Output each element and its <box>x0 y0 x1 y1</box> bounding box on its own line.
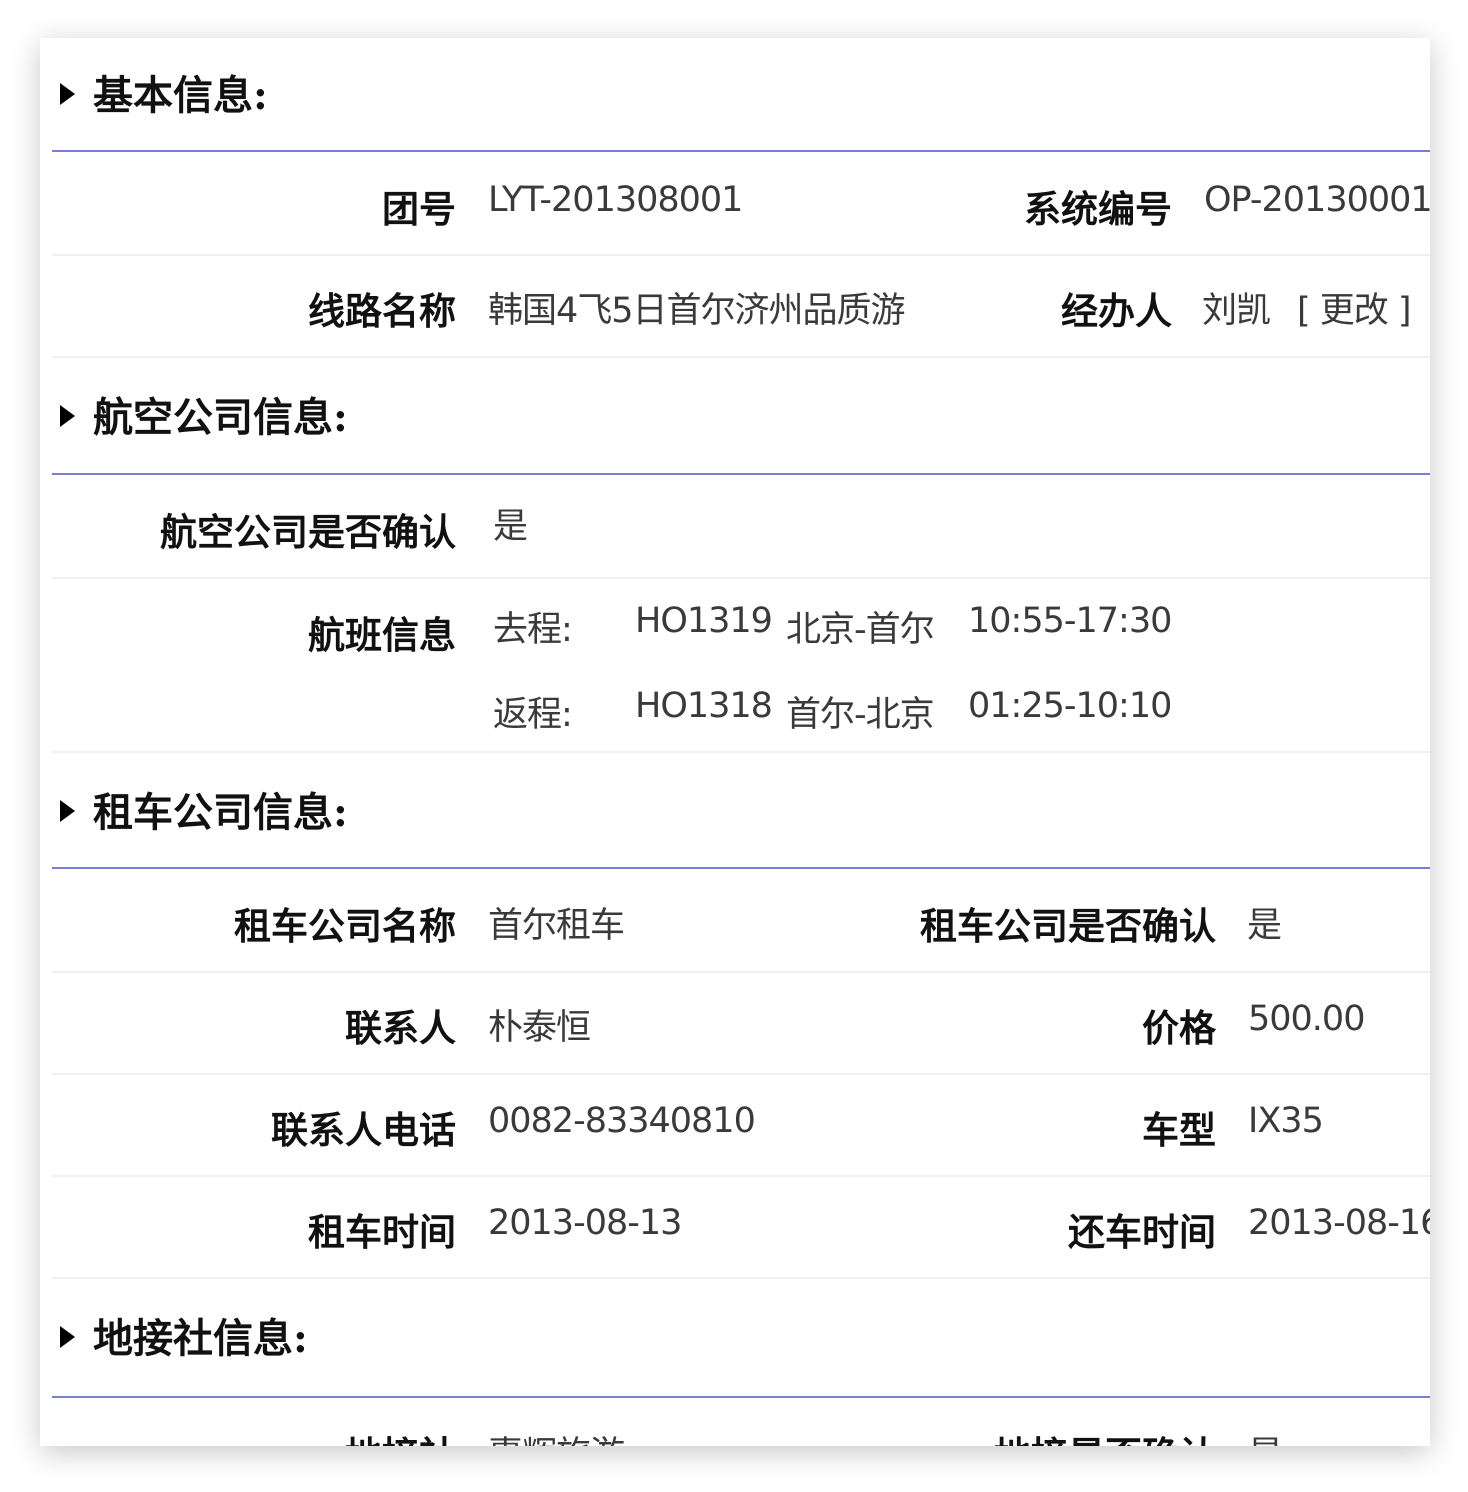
outbound-label: 去程: <box>493 610 573 650</box>
section-title-text: 租车公司信息: <box>93 789 348 836</box>
ground-confirmed-value: 是 <box>1248 1426 1283 1446</box>
section-title-car-rental: 租车公司信息: <box>60 780 348 838</box>
row-group-no: 团号 LYT-201308001 系统编号 OP-20130001 <box>52 152 1430 256</box>
ground-confirmed-label: 地接是否确认 <box>852 1425 1216 1446</box>
return-route: 首尔-北京 <box>786 695 935 735</box>
route-label: 线路名称 <box>308 289 456 333</box>
section-title-basic: 基本信息: <box>60 63 268 121</box>
row-rental-contact: 联系人 朴泰恒 价格 500.00 <box>52 971 1430 1075</box>
return-time-label: 还车时间 <box>1068 1210 1216 1254</box>
system-no-label: 系统编号 <box>1024 187 1172 231</box>
system-no-value: OP-20130001 <box>1204 180 1430 220</box>
change-handler-link[interactable]: [ 更改 ] <box>1297 282 1412 333</box>
pickup-time-label: 租车时间 <box>308 1210 456 1254</box>
section-title-airline: 航空公司信息: <box>60 385 348 443</box>
return-time-value: 2013-08-16 <box>1248 1203 1430 1243</box>
phone-value: 0082-83340810 <box>488 1101 756 1141</box>
row-rental-dates: 租车时间 2013-08-13 还车时间 2013-08-16 <box>52 1175 1430 1279</box>
section-title-text: 地接社信息: <box>93 1315 308 1362</box>
outbound-route: 北京-首尔 <box>786 610 935 650</box>
airline-confirmed-value: 是 <box>493 507 528 547</box>
group-no-value: LYT-201308001 <box>488 180 743 220</box>
triangle-right-icon <box>60 800 75 822</box>
ground-agency-label: 地接社 <box>52 1425 456 1446</box>
price-label: 价格 <box>1142 1006 1216 1050</box>
airline-confirmed-label: 航空公司是否确认 <box>160 510 456 554</box>
section-title-ground-agency: 地接社信息: <box>60 1306 308 1364</box>
row-airline-confirmed: 航空公司是否确认 是 <box>52 475 1430 579</box>
triangle-right-icon <box>60 83 75 105</box>
handler-label: 经办人 <box>1061 289 1172 333</box>
car-model-label: 车型 <box>1142 1108 1216 1152</box>
outbound-flight-no: HO1319 <box>635 601 773 641</box>
contact-label: 联系人 <box>345 1006 456 1050</box>
row-rental-phone: 联系人电话 0082-83340810 车型 IX35 <box>52 1073 1430 1177</box>
row-route: 线路名称 韩国4飞5日首尔济州品质游 经办人 刘凯 [ 更改 ] <box>52 254 1430 358</box>
section-title-text: 基本信息: <box>93 72 268 119</box>
contact-value: 朴泰恒 <box>488 1008 591 1048</box>
phone-label: 联系人电话 <box>271 1108 456 1152</box>
rental-confirmed-label: 租车公司是否确认 <box>920 904 1216 948</box>
rental-confirmed-value: 是 <box>1247 906 1282 946</box>
return-flight-no: HO1318 <box>635 686 773 726</box>
order-detail-panel: 基本信息: 团号 LYT-201308001 系统编号 OP-20130001 … <box>40 38 1430 1446</box>
car-model-value: IX35 <box>1248 1101 1324 1141</box>
rental-company-value: 首尔租车 <box>488 906 625 946</box>
group-no-label: 团号 <box>382 187 456 231</box>
return-label: 返程: <box>493 695 573 735</box>
handler-value: 刘凯 <box>1202 291 1271 331</box>
route-value: 韩国4飞5日首尔济州品质游 <box>488 291 906 331</box>
triangle-right-icon <box>60 405 75 427</box>
row-flight-info: 航班信息 去程: HO1319 北京-首尔 10:55-17:30 返程: HO… <box>52 577 1430 753</box>
outbound-time: 10:55-17:30 <box>968 601 1172 641</box>
flight-info-label: 航班信息 <box>308 613 456 657</box>
triangle-right-icon <box>60 1326 75 1348</box>
row-ground-agency: 地接社 惠辉旅游 地接是否确认 是 <box>52 1398 1430 1446</box>
pickup-time-value: 2013-08-13 <box>488 1203 682 1243</box>
rental-company-label: 租车公司名称 <box>234 904 456 948</box>
section-title-text: 航空公司信息: <box>93 394 348 441</box>
row-rental-company: 租车公司名称 首尔租车 租车公司是否确认 是 <box>52 869 1430 973</box>
price-value: 500.00 <box>1248 999 1365 1039</box>
ground-agency-value: 惠辉旅游 <box>488 1426 625 1446</box>
return-time: 01:25-10:10 <box>968 686 1172 726</box>
